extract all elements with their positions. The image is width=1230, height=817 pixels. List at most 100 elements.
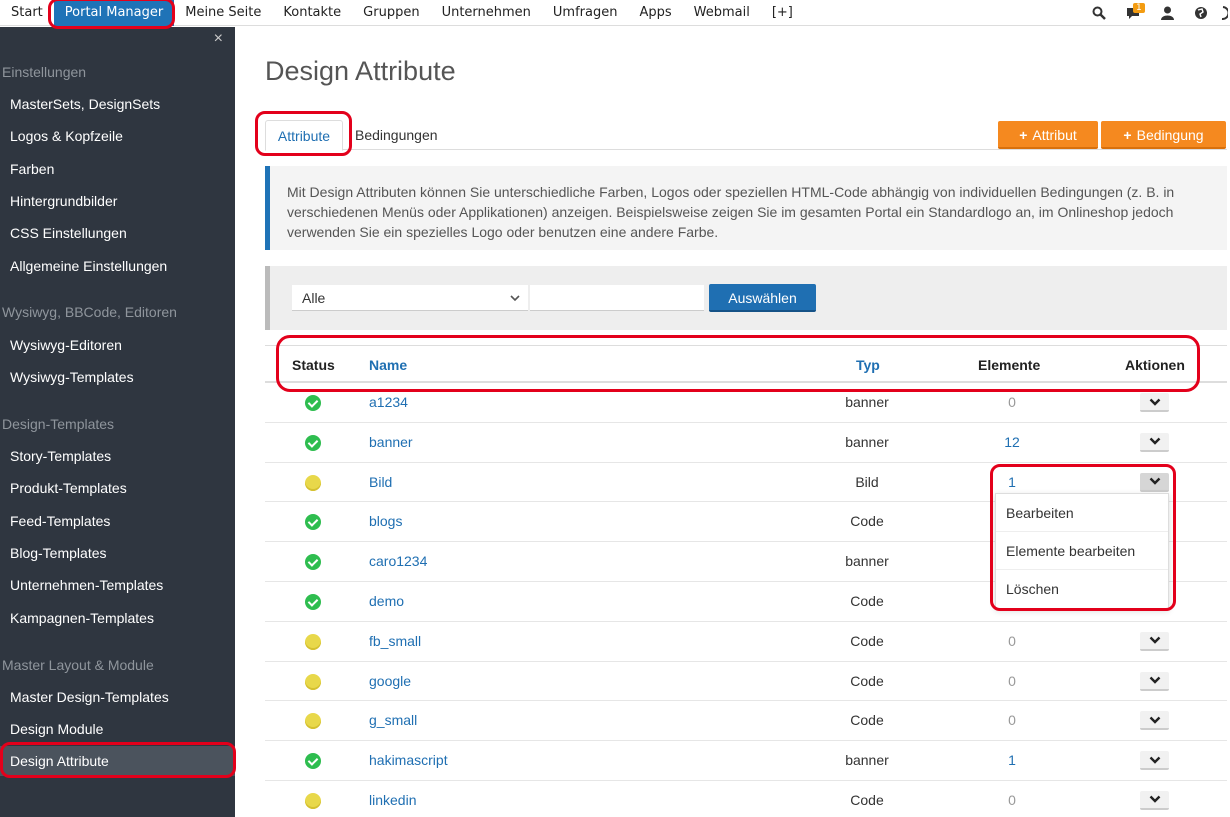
topnav-apps[interactable]: Apps xyxy=(628,0,682,26)
row-name-link[interactable]: hakimascript xyxy=(369,741,448,780)
actions-dropdown-button[interactable] xyxy=(1140,671,1169,691)
sidebar-heading-design-templates: Design-Templates xyxy=(2,416,115,432)
row-name-link[interactable]: blogs xyxy=(369,502,402,541)
info-text: Mit Design Attributen können Sie untersc… xyxy=(287,184,1175,240)
topnav-gruppen[interactable]: Gruppen xyxy=(352,0,430,26)
table-row: a1234 banner 0 xyxy=(265,383,1227,423)
chat-icon[interactable]: 1 xyxy=(1116,0,1150,26)
row-name-link[interactable]: fb_small xyxy=(369,622,421,661)
sidebar-item-css[interactable]: CSS Einstellungen xyxy=(0,218,235,248)
header-status: Status xyxy=(292,357,335,373)
status-cell xyxy=(305,463,321,502)
topnav-kontakte[interactable]: Kontakte xyxy=(272,0,352,26)
chevron-down-icon xyxy=(1149,477,1161,485)
globe-icon[interactable] xyxy=(1184,0,1218,26)
sidebar-item-design-module[interactable]: Design Module xyxy=(0,714,235,744)
row-elemente[interactable]: 12 xyxy=(925,423,1099,462)
menu-item-elemente-bearbeiten[interactable]: Elemente bearbeiten xyxy=(996,532,1168,570)
tab-attribute[interactable]: Attribute xyxy=(265,120,343,151)
row-name-link[interactable]: linkedin xyxy=(369,781,416,817)
actions-dropdown-button[interactable] xyxy=(1140,711,1169,731)
filter-select-value: Alle xyxy=(302,290,326,306)
row-elemente: 0 xyxy=(1008,394,1016,410)
sidebar-item-allgemeine[interactable]: Allgemeine Einstellungen xyxy=(0,251,235,281)
add-attribute-label: Attribut xyxy=(1032,127,1077,143)
sidebar-item-produkt-templates[interactable]: Produkt-Templates xyxy=(0,473,235,503)
sidebar-item-wysiwyg-editoren[interactable]: Wysiwyg-Editoren xyxy=(0,330,235,360)
close-icon[interactable]: × xyxy=(214,30,223,48)
sidebar-item-blog-templates[interactable]: Blog-Templates xyxy=(0,538,235,568)
top-icons: 1 xyxy=(1082,0,1230,26)
status-inactive-icon xyxy=(305,713,321,730)
table-row: google Code 0 xyxy=(265,662,1227,702)
sidebar-item-logos[interactable]: Logos & Kopfzeile xyxy=(0,121,235,151)
menu-item-loeschen[interactable]: Löschen xyxy=(996,570,1168,608)
filter-select[interactable]: Alle xyxy=(292,285,528,311)
sidebar-item-mastersets[interactable]: MasterSets, DesignSets xyxy=(0,89,235,119)
row-name-link[interactable]: google xyxy=(369,662,411,701)
status-active-icon xyxy=(305,514,321,531)
top-navigation-bar: Start Portal Manager Meine Seite Kontakt… xyxy=(0,0,1230,26)
actions-dropdown-button[interactable] xyxy=(1140,631,1169,651)
row-name-link[interactable]: a1234 xyxy=(369,383,408,422)
topnav-unternehmen[interactable]: Unternehmen xyxy=(431,0,542,26)
row-elemente[interactable]: 1 xyxy=(925,741,1099,780)
status-cell xyxy=(305,781,321,817)
topnav-meine-seite[interactable]: Meine Seite xyxy=(174,0,272,26)
menu-item-bearbeiten[interactable]: Bearbeiten xyxy=(996,494,1168,532)
info-box: Mit Design Attributen können Sie untersc… xyxy=(265,166,1227,250)
topnav-webmail[interactable]: Webmail xyxy=(683,0,761,26)
row-name-link[interactable]: demo xyxy=(369,582,404,621)
sidebar-item-design-attribute[interactable]: Design Attribute xyxy=(0,746,235,776)
status-active-icon xyxy=(305,395,321,411)
tab-bedingungen[interactable]: Bedingungen xyxy=(355,120,438,150)
topnav-start[interactable]: Start xyxy=(0,0,54,26)
actions-dropdown-button[interactable] xyxy=(1140,393,1169,412)
sidebar-item-hintergrundbilder[interactable]: Hintergrundbilder xyxy=(0,186,235,216)
status-active-icon xyxy=(305,753,321,770)
sidebar-item-wysiwyg-templates[interactable]: Wysiwyg-Templates xyxy=(0,362,235,392)
table-row: linkedin Code 0 xyxy=(265,781,1227,817)
add-attribute-button[interactable]: + Attribut xyxy=(998,121,1098,149)
search-icon[interactable] xyxy=(1082,0,1116,26)
header-aktionen: Aktionen xyxy=(1125,357,1185,373)
actions-dropdown-button[interactable] xyxy=(1140,472,1169,492)
status-active-icon xyxy=(305,554,321,571)
sidebar-item-story-templates[interactable]: Story-Templates xyxy=(0,441,235,471)
actions-dropdown-button[interactable] xyxy=(1140,432,1169,452)
row-name-link[interactable]: Bild xyxy=(369,463,392,502)
sidebar-heading-einstellungen: Einstellungen xyxy=(2,64,87,80)
header-name[interactable]: Name xyxy=(369,346,407,384)
status-cell xyxy=(305,582,321,621)
sidebar-item-unternehmen-templates[interactable]: Unternehmen-Templates xyxy=(0,570,235,600)
actions-dropdown-button[interactable] xyxy=(1140,751,1169,771)
row-name-link[interactable]: banner xyxy=(369,423,413,462)
select-submit-button[interactable]: Auswählen xyxy=(709,284,816,312)
topnav-add[interactable]: [+] xyxy=(761,0,804,26)
filter-text-input[interactable] xyxy=(530,285,704,311)
chevron-down-icon xyxy=(1149,756,1161,764)
status-cell xyxy=(305,423,321,462)
chevron-down-icon xyxy=(510,285,520,321)
sidebar-item-farben[interactable]: Farben xyxy=(0,154,235,184)
user-icon[interactable] xyxy=(1150,0,1184,26)
row-name-link[interactable]: caro1234 xyxy=(369,542,427,581)
sidebar-item-master-design-templates[interactable]: Master Design-Templates xyxy=(0,682,235,712)
actions-dropdown-button[interactable] xyxy=(1140,790,1169,810)
table-row: g_small Code 0 xyxy=(265,701,1227,742)
table-row: fb_small Code 0 xyxy=(265,622,1227,662)
header-typ[interactable]: Typ xyxy=(856,346,880,384)
row-name-link[interactable]: g_small xyxy=(369,701,417,740)
add-condition-label: Bedingung xyxy=(1136,127,1204,143)
sidebar: × Einstellungen MasterSets, DesignSets L… xyxy=(0,27,235,817)
page-title: Design Attribute xyxy=(265,56,456,86)
sidebar-item-feed-templates[interactable]: Feed-Templates xyxy=(0,506,235,536)
notification-badge: 1 xyxy=(1133,3,1145,13)
sidebar-item-kampagnen-templates[interactable]: Kampagnen-Templates xyxy=(0,603,235,633)
power-icon[interactable] xyxy=(1218,0,1230,26)
topnav-portal-manager[interactable]: Portal Manager xyxy=(53,0,175,26)
topnav-umfragen[interactable]: Umfragen xyxy=(542,0,629,26)
add-condition-button[interactable]: + Bedingung xyxy=(1101,121,1226,149)
status-cell xyxy=(305,622,321,661)
top-nav: Start Portal Manager Meine Seite Kontakt… xyxy=(0,0,804,26)
